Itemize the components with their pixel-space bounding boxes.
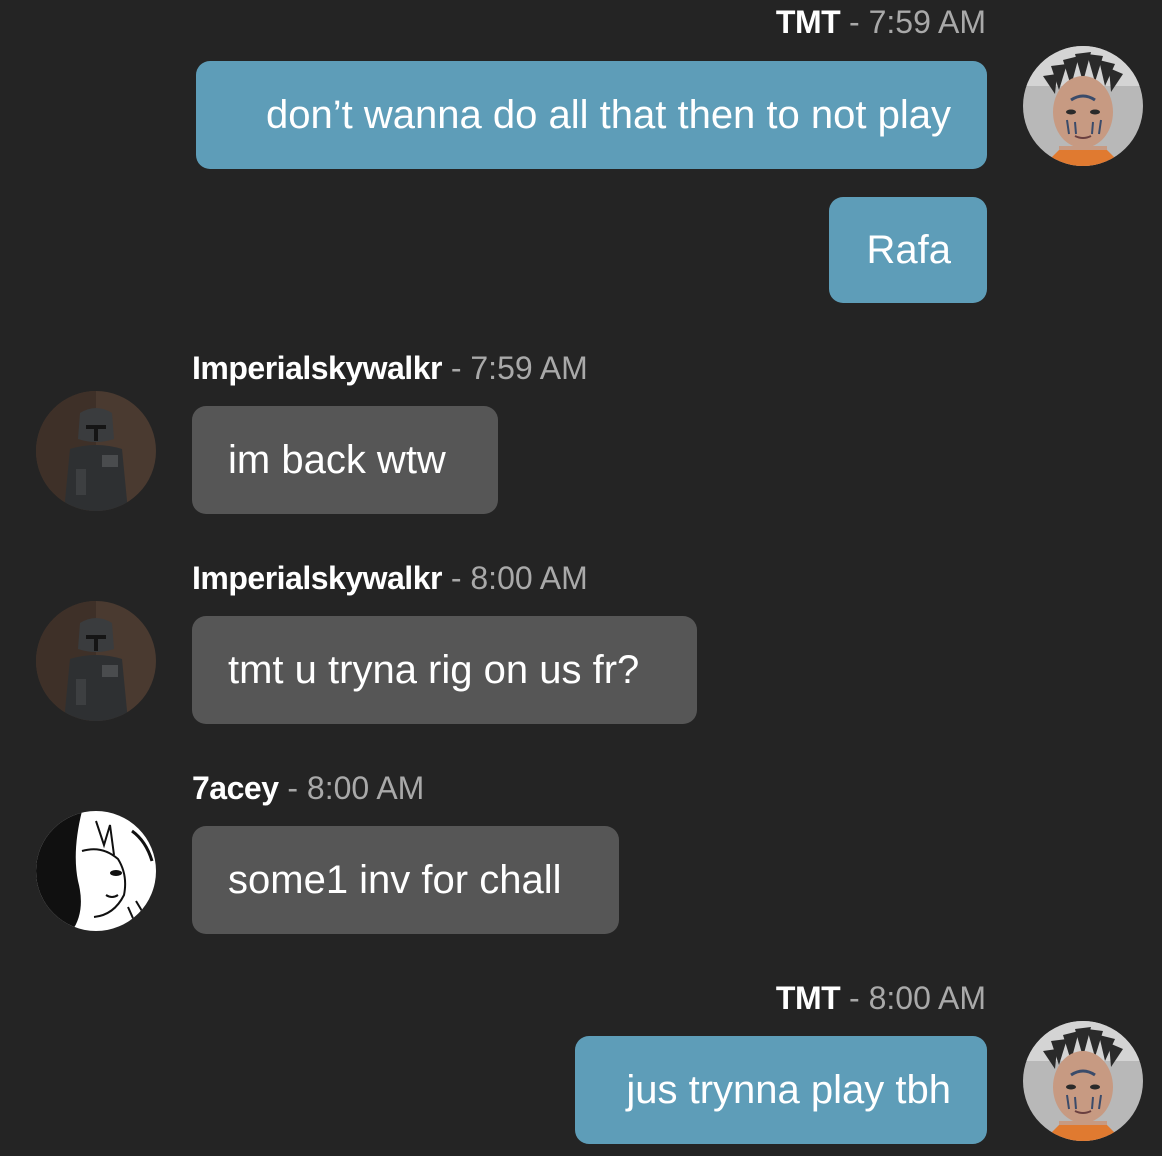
message-timestamp: 8:00 AM (868, 980, 986, 1016)
message-header: 7acey - 8:00 AM (192, 768, 424, 808)
tmt-avatar-image (1023, 46, 1143, 166)
incoming-message-bubble[interactable]: tmt u tryna rig on us fr? (192, 616, 697, 724)
message-text: tmt u tryna rig on us fr? (228, 648, 640, 692)
message-text: im back wtw (228, 438, 446, 482)
message-text: don’t wanna do all that then to not play (266, 93, 951, 137)
chat-thread: TMT - 7:59 AM don’t wanna do all that th… (0, 0, 1162, 1156)
message-text: jus trynna play tbh (626, 1068, 951, 1112)
header-separator: - (450, 560, 462, 596)
sender-name[interactable]: TMT (776, 980, 841, 1016)
anime-sketch-avatar[interactable] (36, 811, 156, 931)
sender-name[interactable]: Imperialskywalkr (192, 560, 442, 596)
message-timestamp: 8:00 AM (470, 560, 588, 596)
message-text: Rafa (866, 228, 952, 272)
helmet-avatar-image (36, 601, 156, 721)
message-header: TMT - 8:00 AM (776, 978, 986, 1018)
header-separator: - (450, 350, 462, 386)
outgoing-message-bubble[interactable]: don’t wanna do all that then to not play (196, 61, 987, 169)
sender-name[interactable]: Imperialskywalkr (192, 350, 442, 386)
anime-sketch-avatar-image (36, 811, 156, 931)
sender-name[interactable]: 7acey (192, 770, 279, 806)
message-timestamp: 7:59 AM (470, 350, 588, 386)
outgoing-message-bubble[interactable]: jus trynna play tbh (575, 1036, 987, 1144)
incoming-message-bubble[interactable]: some1 inv for chall (192, 826, 619, 934)
header-separator: - (849, 4, 860, 40)
tmt-avatar[interactable] (1023, 46, 1143, 166)
message-timestamp: 7:59 AM (868, 4, 986, 40)
message-header: Imperialskywalkr - 8:00 AM (192, 558, 588, 598)
message-header: Imperialskywalkr - 7:59 AM (192, 348, 588, 388)
tmt-avatar[interactable] (1023, 1021, 1143, 1141)
message-header: TMT - 7:59 AM (776, 2, 986, 42)
outgoing-message-bubble[interactable]: Rafa (829, 197, 987, 303)
message-text: some1 inv for chall (228, 858, 562, 902)
tmt-avatar-image (1023, 1021, 1143, 1141)
message-timestamp: 8:00 AM (306, 770, 425, 806)
helmet-avatar-image (36, 391, 156, 511)
header-separator: - (849, 980, 860, 1016)
header-separator: - (287, 770, 299, 806)
helmet-avatar[interactable] (36, 391, 156, 511)
sender-name[interactable]: TMT (776, 4, 841, 40)
incoming-message-bubble[interactable]: im back wtw (192, 406, 498, 514)
helmet-avatar[interactable] (36, 601, 156, 721)
